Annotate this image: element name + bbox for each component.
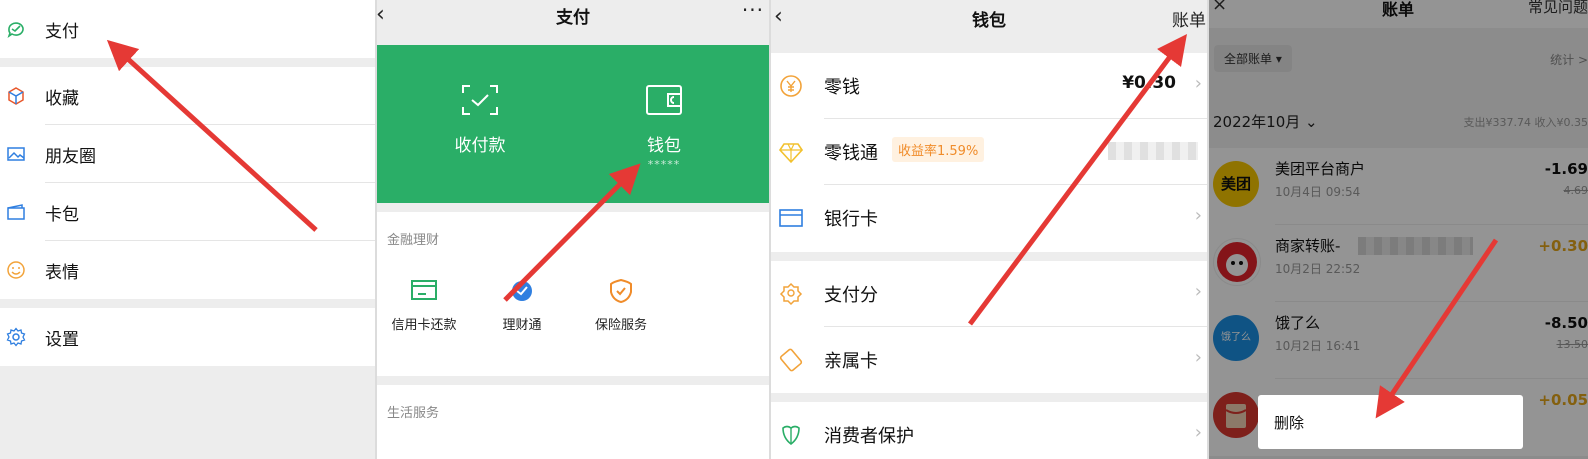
chevron-right-icon: › xyxy=(1194,422,1202,443)
nav-bar: ‹ 支付 ··· xyxy=(376,0,770,44)
page-title: 钱包 xyxy=(972,11,1006,31)
family-card-icon xyxy=(779,348,803,372)
wallet-item-bank-card[interactable]: 银行卡 › xyxy=(770,185,1208,251)
chevron-right-icon: › xyxy=(1194,347,1202,368)
service-label: 信用卡还款 xyxy=(391,318,457,333)
sticker-icon xyxy=(7,261,25,279)
wallet-button[interactable]: 钱包 ***** xyxy=(584,83,744,171)
panel-divider xyxy=(769,0,771,459)
panel-divider xyxy=(375,0,377,459)
scan-pay-icon xyxy=(462,85,498,115)
more-icon[interactable]: ··· xyxy=(742,0,764,22)
favorites-icon xyxy=(8,87,24,105)
chevron-right-icon: › xyxy=(1194,281,1202,302)
menu-item-label: 设置 xyxy=(45,330,79,350)
wallet-group-protection: 消费者保护 › xyxy=(770,402,1208,459)
delete-action-sheet: 删除 xyxy=(1258,395,1523,449)
collect-pay-button[interactable]: 收付款 xyxy=(400,83,560,156)
modal-overlay[interactable] xyxy=(1208,0,1588,459)
collect-pay-label: 收付款 xyxy=(454,136,506,156)
wallet-panel: ‹ 钱包 账单 零钱 ¥0.30 › 零钱通 收益率1.59% 银行卡 › 支付… xyxy=(770,0,1208,459)
wallet-item-change[interactable]: 零钱 ¥0.30 › xyxy=(770,53,1208,119)
credit-card-icon xyxy=(411,280,437,300)
menu-item-label: 收藏 xyxy=(45,89,79,109)
wallet-group-credit: 支付分 › 亲属卡 › xyxy=(770,261,1208,393)
pay-icon xyxy=(7,22,24,38)
wallet-item-family-card[interactable]: 亲属卡 › xyxy=(770,327,1208,393)
wallet-item-consumer-protection[interactable]: 消费者保护 › xyxy=(770,402,1208,459)
wallet-item-label: 亲属卡 xyxy=(824,351,878,372)
finance-section: 金融理财 信用卡还款 理财通 保险服务 xyxy=(376,212,770,376)
pay-score-icon xyxy=(779,282,803,306)
chevron-right-icon: › xyxy=(1194,73,1202,94)
menu-group-main: 收藏 › 朋友圈 › 卡包 › 表情 › xyxy=(0,67,376,299)
credit-card-repay-button[interactable]: 信用卡还款 xyxy=(379,278,469,333)
menu-group-pay: 支付 xyxy=(0,0,376,58)
menu-item-label: 朋友圈 xyxy=(45,147,96,167)
wallet-item-label: 银行卡 xyxy=(824,209,878,230)
wallet-item-label: 零钱通 xyxy=(824,143,878,164)
wallet-item-label: 零钱 xyxy=(824,77,860,98)
wallet-icon xyxy=(646,85,682,115)
menu-item-label: 表情 xyxy=(45,263,79,283)
delete-button[interactable]: 删除 xyxy=(1274,412,1304,433)
section-title: 金融理财 xyxy=(387,233,440,248)
wallet-item-label: 支付分 xyxy=(824,285,878,306)
menu-item-favorites[interactable]: 收藏 › xyxy=(0,67,376,125)
pay-panel: ‹ 支付 ··· 收付款 钱包 ***** 金融理财 信用卡还款 理财通 保险服… xyxy=(376,0,770,459)
section-title: 生活服务 xyxy=(387,406,440,421)
wallet-item-label: 消费者保护 xyxy=(824,426,914,447)
change-balance: ¥0.30 xyxy=(1122,73,1176,93)
page-title: 支付 xyxy=(556,8,590,28)
licaitong-icon xyxy=(512,281,532,301)
yield-badge: 收益率1.59% xyxy=(892,137,985,162)
licaitong-button[interactable]: 理财通 xyxy=(477,278,567,333)
diamond-icon xyxy=(779,143,803,164)
menu-item-settings[interactable]: 设置 xyxy=(0,308,376,366)
insurance-button[interactable]: 保险服务 xyxy=(576,278,666,333)
moments-icon xyxy=(7,147,25,161)
bank-card-icon xyxy=(779,209,803,227)
settings-icon xyxy=(6,327,26,347)
menu-group-settings: 设置 xyxy=(0,308,376,366)
bills-panel: × 账单 常见问题 全部账单 ▾ 统计 > 2022年10月 ⌄ 支出¥337.… xyxy=(1208,0,1588,459)
consumer-protection-icon xyxy=(782,425,800,446)
menu-item-card-wallet[interactable]: 卡包 › xyxy=(0,183,376,241)
wallet-balance-masked: ***** xyxy=(647,158,681,171)
me-menu-panel: 支付 收藏 › 朋友圈 › 卡包 › 表情 › 设置 xyxy=(0,0,376,459)
pay-header-card: 收付款 钱包 ***** xyxy=(376,45,770,203)
service-label: 理财通 xyxy=(502,318,542,333)
panel-divider xyxy=(1207,0,1209,459)
menu-item-label: 卡包 xyxy=(45,205,79,225)
card-wallet-icon xyxy=(7,204,25,220)
menu-item-stickers[interactable]: 表情 › xyxy=(0,241,376,299)
wallet-group-main: 零钱 ¥0.30 › 零钱通 收益率1.59% 银行卡 › xyxy=(770,53,1208,252)
bills-link[interactable]: 账单 xyxy=(1172,6,1206,31)
life-services-section: 生活服务 xyxy=(376,385,770,459)
menu-item-moments[interactable]: 朋友圈 › xyxy=(0,125,376,183)
change-icon xyxy=(780,75,802,97)
menu-item-pay[interactable]: 支付 xyxy=(0,0,376,58)
wallet-item-lingqiantong[interactable]: 零钱通 收益率1.59% xyxy=(770,119,1208,185)
wallet-label: 钱包 xyxy=(647,136,681,156)
service-label: 保险服务 xyxy=(594,318,647,333)
menu-item-label: 支付 xyxy=(45,22,79,42)
wallet-item-pay-score[interactable]: 支付分 › xyxy=(770,261,1208,327)
chevron-right-icon: › xyxy=(1194,205,1202,226)
insurance-icon xyxy=(610,278,632,304)
nav-bar: ‹ 钱包 账单 xyxy=(770,0,1208,44)
blurred-balance xyxy=(1108,142,1198,160)
